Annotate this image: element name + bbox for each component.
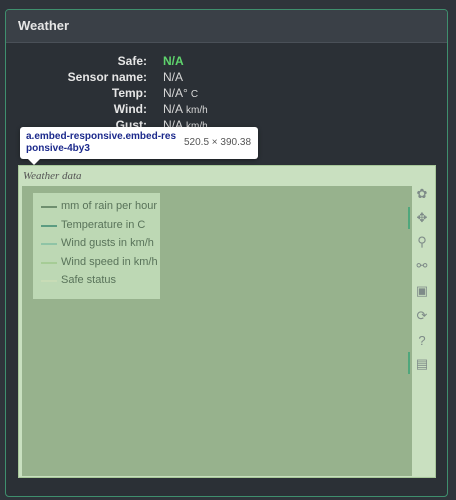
active-tool-marker [408, 352, 410, 374]
chart-plot-area[interactable]: mm of rain per hour Temperature in C Win… [22, 186, 412, 476]
wind-unit: km/h [186, 105, 208, 116]
temp-unit: C [190, 89, 199, 100]
plotly-logo-icon[interactable]: ✿ [414, 186, 430, 202]
legend-item[interactable]: Wind gusts in km/h [33, 236, 160, 255]
active-tool-marker [408, 207, 410, 229]
temp-value: N/A° C [163, 86, 198, 100]
chart-title: Weather data [23, 170, 82, 182]
devtools-element-tooltip: a.embed-responsive.embed-responsive-4by3… [20, 127, 258, 165]
sensor-name-label: Sensor name: [67, 70, 147, 84]
legend-label: Temperature in C [61, 218, 146, 231]
panel-title: Weather [6, 10, 447, 43]
legend-item[interactable]: mm of rain per hour [33, 199, 160, 218]
tooltip-dimensions: 520.5 × 390.38 [184, 137, 252, 148]
legend-label: mm of rain per hour [61, 200, 157, 212]
tooltip-selector: a.embed-responsive.embed-responsive-4by3 [26, 131, 177, 154]
legend-line [41, 261, 57, 264]
pan-icon[interactable]: ✥ [414, 210, 430, 226]
legend-item[interactable]: Wind speed in km/h [33, 255, 160, 274]
zoom-icon[interactable]: ⚲ [414, 234, 430, 250]
temp-number: N/A° [163, 86, 188, 100]
save-icon[interactable]: ▣ [414, 283, 430, 299]
legend-label: Safe status [61, 274, 117, 286]
wind-number: N/A [163, 102, 184, 116]
info-row-safe: Safe: N/A [6, 54, 447, 70]
legend-item[interactable]: Temperature in C [33, 218, 160, 237]
comment-icon[interactable]: ▤ [414, 356, 430, 372]
legend-label: Wind gusts in km/h [61, 237, 154, 249]
legend-line [41, 206, 57, 208]
info-row-temp: Temp: N/A° C [6, 86, 447, 102]
info-row-wind: Wind: N/A km/h [6, 102, 447, 118]
legend-line [41, 224, 57, 227]
legend-line [41, 280, 57, 282]
legend-item[interactable]: Safe status [33, 273, 160, 292]
help-icon[interactable]: ? [414, 332, 430, 348]
reset-icon[interactable]: ⟳ [414, 308, 430, 324]
wind-label: Wind: [113, 102, 147, 116]
temp-label: Temp: [111, 86, 147, 100]
safe-value: N/A [163, 54, 184, 68]
chart-modebar: ✿ ✥ ⚲ ⚯ ▣ ⟳ ? ▤ [408, 186, 433, 476]
weather-chart-embed[interactable]: Weather data mm of rain per hour Tempera… [18, 165, 436, 478]
info-row-sensor: Sensor name: N/A [6, 70, 447, 86]
chart-legend: mm of rain per hour Temperature in C Win… [33, 193, 160, 299]
legend-line [41, 243, 57, 245]
wind-value: N/A km/h [163, 102, 208, 116]
sensor-name-value: N/A [163, 70, 184, 84]
safe-label: Safe: [117, 54, 147, 68]
legend-label: Wind speed in km/h [61, 255, 158, 268]
compare-hover-icon[interactable]: ⚯ [414, 258, 430, 274]
